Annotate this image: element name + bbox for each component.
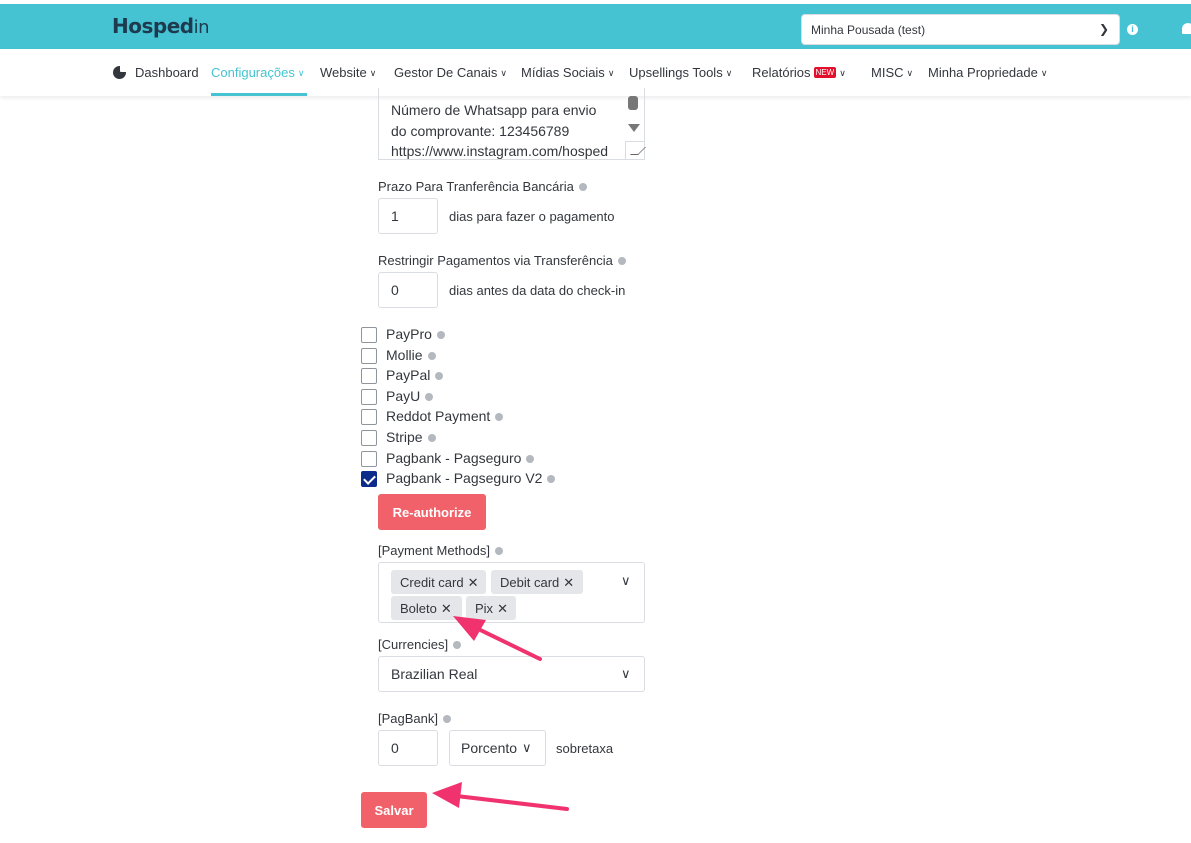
annotation-arrows <box>432 616 569 811</box>
arrow-to-save-button <box>432 782 569 811</box>
arrow-to-boleto-tag <box>453 616 542 661</box>
